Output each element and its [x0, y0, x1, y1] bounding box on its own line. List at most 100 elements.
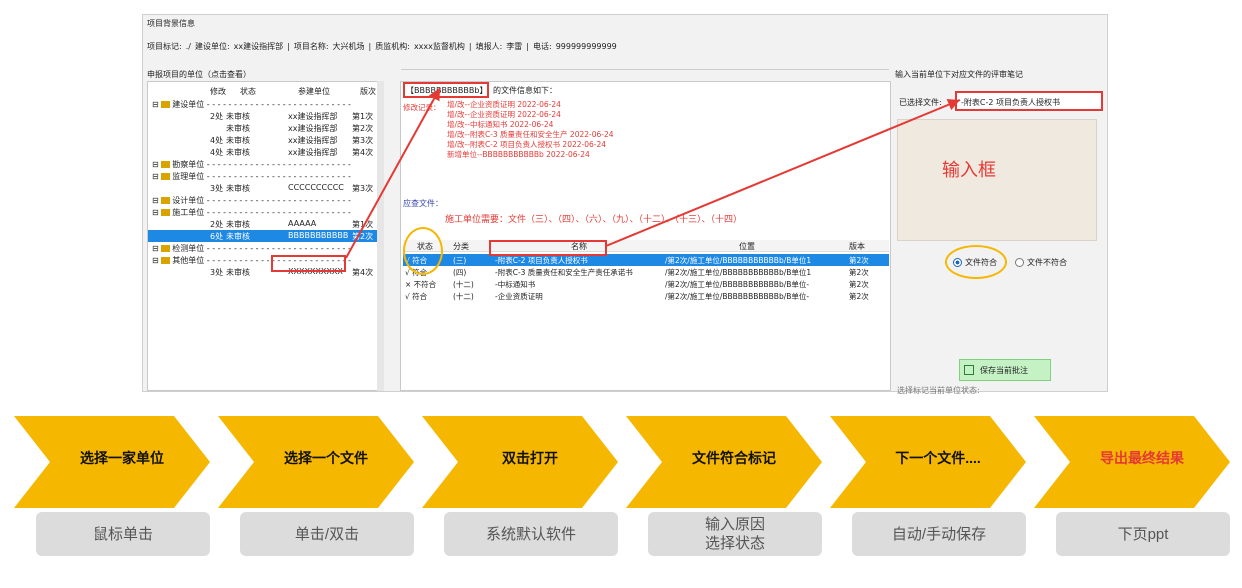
- file-cell-ver: 第2次: [849, 256, 869, 265]
- cell-ver: 第2次: [352, 124, 374, 133]
- info-item: 质监机构:: [375, 42, 410, 51]
- cell-ver: 第1次: [352, 220, 374, 229]
- step-subtitle: 系统默认软件: [444, 512, 618, 556]
- change-log: 增/改--企业资质证明 2022-06-24 增/改--企业资质证明 2022-0…: [447, 100, 614, 160]
- save-note-button[interactable]: 保存当前批注: [959, 359, 1051, 381]
- edit-icon: [964, 365, 974, 375]
- tree-row[interactable]: 6处 未审核 BBBBBBBBBBB 第2次: [148, 230, 380, 242]
- log-entry: 增/改--附表C-3 质量责任和安全生产 2022-06-24: [447, 130, 614, 139]
- log-entry: 新增单位--BBBBBBBBBBBb 2022-06-24: [447, 150, 590, 159]
- tree-group[interactable]: ⊟ 勘察单位 - - - - - - - - - - - - - - - - -…: [148, 158, 380, 170]
- cell-status: 未审核: [226, 232, 250, 241]
- step-title: 下一个文件....: [895, 450, 981, 466]
- step-chevron: 选择一家单位: [14, 416, 210, 508]
- grid-col-category[interactable]: 分类: [453, 241, 469, 252]
- cell-status: 未审核: [226, 136, 250, 145]
- tree-row[interactable]: 2处 未审核 AAAAA 第1次: [148, 218, 380, 230]
- tree-group[interactable]: ⊟ 施工单位 - - - - - - - - - - - - - - - - -…: [148, 206, 380, 218]
- cell-count: 2处: [210, 220, 224, 229]
- file-cell-name: -附表C-2 项目负责人授权书: [495, 256, 588, 265]
- radio-unchecked-icon: [1015, 258, 1024, 267]
- cell-unit: CCCCCCCCCC: [288, 183, 344, 192]
- cell-status: 未审核: [226, 220, 250, 229]
- radio-file-bad[interactable]: 文件不符合: [1015, 257, 1067, 268]
- folder-icon: [161, 257, 171, 264]
- cell-ver: 第3次: [352, 136, 374, 145]
- tree-row[interactable]: 4处 未审核 xx建设指挥部 第4次: [148, 146, 380, 158]
- step-title: 选择一家单位: [80, 450, 164, 466]
- step-subtitle: 鼠标单击: [36, 512, 210, 556]
- step-title: 选择一个文件: [284, 450, 368, 466]
- tree-scrollbar[interactable]: [377, 81, 384, 391]
- file-cell-state: √ 符合: [405, 292, 428, 301]
- info-item: |: [287, 42, 290, 51]
- file-grid[interactable]: 状态 分类 名称 位置 版本 √ 符合 (三) -附表C-2 项目负责人授权书/第2…: [403, 240, 889, 390]
- cell-count: 2处: [210, 112, 224, 121]
- selected-file-box: -附表C-2 项目负责人授权书: [955, 91, 1103, 111]
- info-item: 电话:: [532, 42, 552, 51]
- tree-row[interactable]: 2处 未审核 xx建设指挥部 第1次: [148, 110, 380, 122]
- cell-status: 未审核: [226, 112, 250, 121]
- divider: [401, 69, 889, 70]
- required-files-label: 应查文件：: [403, 199, 443, 208]
- state-ellipse: [403, 227, 443, 275]
- step-chevron: 下一个文件....: [830, 416, 1026, 508]
- file-info-pane: 【BBBBBBBBBBBb】 的文件信息如下： 修改记录： 增/改--企业资质证…: [400, 81, 891, 391]
- info-item: 李雷: [506, 42, 523, 51]
- info-item: 项目名称:: [293, 42, 329, 51]
- tree-group[interactable]: ⊟ 监理单位 - - - - - - - - - - - - - - - - -…: [148, 170, 380, 182]
- tree-group[interactable]: ⊟ 设计单位 - - - - - - - - - - - - - - - - -…: [148, 194, 380, 206]
- step-title: 双击打开: [502, 450, 558, 466]
- file-cell-name: -中标通知书: [495, 280, 536, 289]
- review-panel: 已选择文件: -附表C-2 项目负责人授权书 输入框 文件符合 文件不符合 保存…: [895, 81, 1105, 395]
- step-chevron: 导出最终结果: [1034, 416, 1230, 508]
- tree-group[interactable]: ⊟ 检测单位 - - - - - - - - - - - - - - - - -…: [148, 242, 380, 254]
- selected-unit-highlight: [271, 255, 346, 272]
- file-cell-state: × 不符合: [405, 280, 437, 289]
- info-item: |: [468, 42, 472, 51]
- unit-tag: 【BBBBBBBBBBBb】: [406, 86, 488, 95]
- folder-icon: [161, 209, 171, 216]
- cell-ver: 第4次: [352, 268, 374, 277]
- unit-tree[interactable]: 修改 状态 参建单位 版次 ⊟ 建设单位 - - - - - - - - - -…: [147, 81, 384, 391]
- file-cell-ver: 第2次: [849, 268, 869, 277]
- cell-count: 3处: [210, 184, 224, 193]
- file-row[interactable]: √ 符合 (四) -附表C-3 质量责任和安全生产责任承诺书/第2次/施工单位/BB…: [403, 266, 889, 278]
- save-label: 保存当前批注: [980, 366, 1028, 375]
- log-entry: 增/改--企业资质证明 2022-06-24: [447, 110, 561, 119]
- file-cell-cat: (三): [453, 256, 467, 265]
- input-hint: 输入框: [942, 160, 996, 181]
- file-cell-loc: /第2次/施工单位/BBBBBBBBBBBb/B单位-: [665, 292, 810, 301]
- tree-row[interactable]: 4处 未审核 xx建设指挥部 第3次: [148, 134, 380, 146]
- highlight-ellipse: [945, 245, 1007, 279]
- cell-unit: xx建设指挥部: [288, 136, 338, 145]
- grid-col-location[interactable]: 位置: [739, 241, 755, 252]
- info-item: 项目标记:: [147, 42, 182, 51]
- unit-status-label: 选择标记当前单位状态:: [897, 386, 980, 395]
- cell-ver: 第1次: [352, 112, 374, 121]
- cell-status: 未审核: [226, 148, 250, 157]
- col-modify[interactable]: 修改: [210, 86, 226, 97]
- info-item: 999999999999: [555, 42, 617, 51]
- file-row[interactable]: √ 符合 (三) -附表C-2 项目负责人授权书/第2次/施工单位/BBBBBBBB…: [403, 254, 889, 266]
- folder-icon: [161, 197, 171, 204]
- col-status[interactable]: 状态: [240, 86, 256, 97]
- tree-row[interactable]: 未审核 xx建设指挥部 第2次: [148, 122, 380, 134]
- tree-row[interactable]: 3处 未审核 CCCCCCCCCC 第3次: [148, 182, 380, 194]
- info-item: |: [368, 42, 372, 51]
- tree-group[interactable]: ⊟ 建设单位 - - - - - - - - - - - - - - - - -…: [148, 98, 380, 110]
- col-unit[interactable]: 参建单位: [298, 86, 330, 97]
- step-chevron: 文件符合标记: [626, 416, 822, 508]
- col-version[interactable]: 版次: [360, 86, 376, 97]
- file-cell-ver: 第2次: [849, 280, 869, 289]
- info-item: 建设单位:: [194, 42, 230, 51]
- file-row[interactable]: √ 符合 (十二) -企业资质证明/第2次/施工单位/BBBBBBBBBBBb/B单…: [403, 290, 889, 302]
- required-files-text: 施工单位需要：文件（三）、（四）、（六）、（九）、（十二）、（十三）、（十四）: [445, 215, 743, 225]
- file-info-title: 的文件信息如下：: [493, 86, 557, 95]
- grid-col-version[interactable]: 版本: [849, 241, 865, 252]
- note-input[interactable]: 输入框: [897, 119, 1097, 241]
- file-row[interactable]: × 不符合 (十二) -中标通知书/第2次/施工单位/BBBBBBBBBBBb/B单…: [403, 278, 889, 290]
- selected-file-label: 已选择文件:: [899, 98, 942, 107]
- radio-bad-label: 文件不符合: [1027, 258, 1067, 267]
- file-cell-cat: (十二): [453, 292, 474, 301]
